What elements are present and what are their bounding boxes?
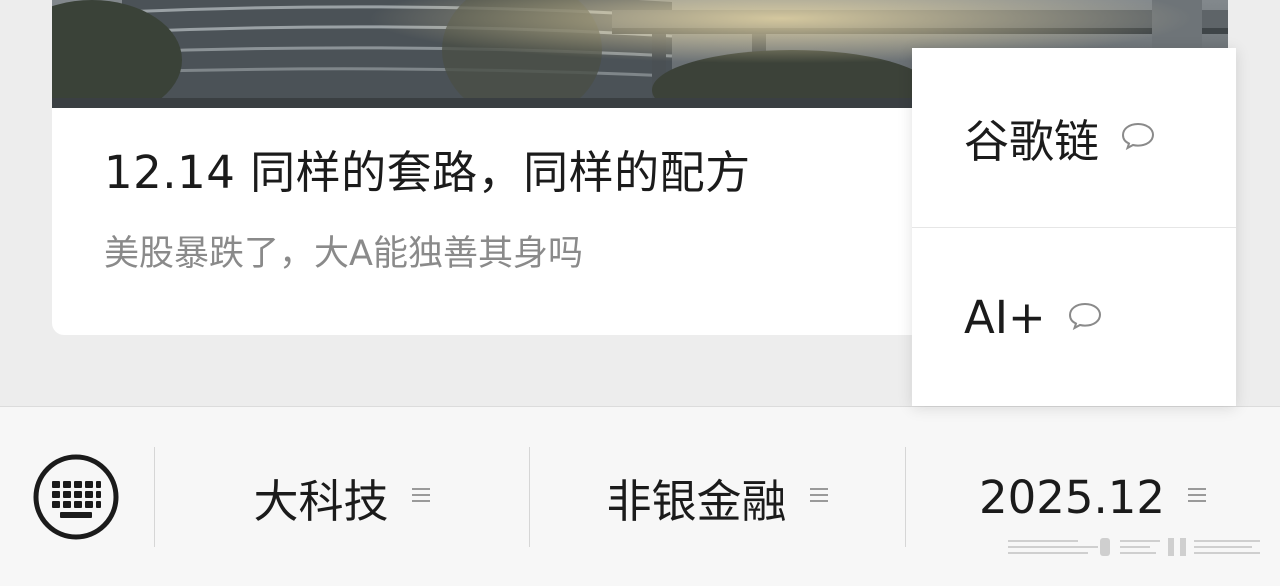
menu-item-label: 非银金融 [606, 474, 787, 528]
comment-bubble-icon [1121, 121, 1155, 155]
menu-item-big-tech[interactable]: 大科技 [155, 447, 529, 547]
submenu-lines-icon [411, 485, 431, 509]
custom-menu-bar: 大科技 非银金融 2025.12 [0, 406, 1280, 586]
comment-bubble-icon [1068, 301, 1102, 335]
article-title: 12.14 同样的套路，同样的配方 [104, 146, 751, 199]
submenu-popup: 谷歌链 AI+ [912, 48, 1236, 406]
menu-item-label: 2025.12 [978, 470, 1166, 524]
article-subtitle: 美股暴跌了，大A能独善其身吗 [104, 234, 583, 274]
submenu-lines-icon [809, 485, 829, 509]
popup-item-label: AI+ [964, 290, 1046, 344]
submenu-lines-icon [1187, 485, 1207, 509]
menu-item-2025-12[interactable]: 2025.12 [906, 447, 1280, 547]
menu-item-non-bank-finance[interactable]: 非银金融 [530, 447, 905, 547]
watermark-lines [1008, 538, 1262, 558]
popup-item-google-chain[interactable]: 谷歌链 [912, 48, 1236, 226]
popup-item-label: 谷歌链 [964, 114, 1100, 168]
keyboard-switch-button[interactable] [33, 454, 119, 540]
popup-item-ai-plus[interactable]: AI+ [912, 228, 1236, 406]
menu-item-label: 大科技 [253, 474, 389, 528]
keyboard-icon [33, 454, 119, 540]
